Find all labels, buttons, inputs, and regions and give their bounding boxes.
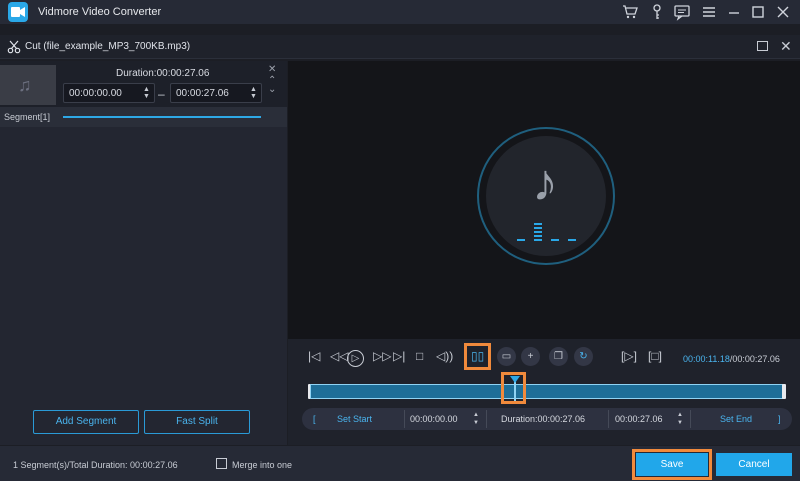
volume-icon[interactable]: ◁)) [436, 349, 453, 363]
maximize-icon[interactable] [749, 3, 767, 21]
total-time: /00:00:27.06 [729, 354, 780, 364]
dialog-close-icon[interactable]: ✕ [780, 38, 792, 55]
merge-checkbox[interactable] [216, 458, 227, 469]
chat-icon[interactable] [673, 3, 691, 21]
set-end-button[interactable]: Set End [720, 414, 752, 424]
split-icon[interactable]: ▯▯ [471, 349, 484, 363]
add-segment-button[interactable]: Add Segment [33, 410, 139, 434]
move-down-icon[interactable]: ⌄ [268, 85, 276, 95]
end-time-value: 00:00:27.06 [176, 88, 229, 99]
divider [608, 410, 609, 428]
segment-summary: 1 Segment(s)/Total Duration: 00:00:27.06 [13, 460, 178, 470]
step-back-icon[interactable]: ◁◁ [330, 349, 348, 363]
current-time: 00:00:11.18 [683, 354, 730, 364]
dialog-maximize-icon[interactable] [757, 41, 768, 51]
merge-label: Merge into one [232, 460, 293, 470]
footer-bar: 1 Segment(s)/Total Duration: 00:00:27.06… [0, 446, 800, 481]
timecode: 00:00:11.18/00:00:27.06 [683, 354, 780, 364]
divider [690, 410, 691, 428]
stop-icon[interactable]: □ [416, 349, 423, 363]
range-start-value[interactable]: 00:00:00.00 [410, 414, 458, 424]
scissors-icon [7, 40, 21, 57]
remove-segment-icon[interactable]: ✕ [268, 65, 276, 75]
start-time-field[interactable]: 00:00:00.00 ▲ ▼ [63, 83, 155, 103]
set-end-bracket: ] [778, 414, 781, 424]
divider [404, 410, 405, 428]
start-time-value: 00:00:00.00 [69, 88, 122, 99]
save-button[interactable]: Save [636, 453, 708, 476]
select-segment-icon[interactable]: [□] [648, 349, 662, 363]
app-logo-icon [8, 2, 28, 22]
segment-label: Segment[1] [4, 112, 51, 122]
cut-dialog-title: Cut (file_example_MP3_700KB.mp3) [25, 41, 191, 52]
segment-range-bar [63, 116, 261, 118]
player-controls: |◁ ◁◁ ▷ ▷▷ ▷| □ ◁)) ▯▯ ▭ + ❐ ↻ [▷] [□] 0… [288, 339, 800, 445]
end-time-stepper[interactable]: ▲ ▼ [250, 86, 258, 100]
skip-start-icon[interactable]: |◁ [308, 349, 320, 363]
divider [486, 410, 487, 428]
cancel-button[interactable]: Cancel [716, 453, 792, 476]
step-forward-icon[interactable]: ▷▷ [373, 349, 391, 363]
time-separator: – [158, 87, 165, 101]
app-title: Vidmore Video Converter [38, 6, 162, 18]
music-thumbnail-icon: ♫ [18, 75, 32, 95]
play-segment-icon[interactable]: [▷] [621, 349, 637, 363]
cart-icon[interactable] [621, 3, 639, 21]
reset-icon[interactable]: ↻ [574, 347, 593, 366]
segment-panel: ♫ Duration:00:00:27.06 00:00:00.00 ▲ ▼ – … [0, 61, 287, 445]
title-bar: Vidmore Video Converter [0, 0, 800, 24]
key-icon[interactable] [648, 3, 666, 21]
menu-icon[interactable] [700, 3, 718, 21]
range-end-value[interactable]: 00:00:27.06 [615, 414, 663, 424]
range-end-stepper[interactable]: ▲ ▼ [677, 411, 683, 427]
equalizer-bar [534, 221, 543, 241]
add-icon[interactable]: + [521, 347, 540, 366]
music-note-icon: ♪ [532, 154, 558, 212]
audio-thumbnail: ♫ [0, 65, 56, 105]
preview-area: ♪ [288, 61, 800, 339]
start-time-stepper[interactable]: ▲ ▼ [143, 86, 151, 100]
copy-icon[interactable]: ❐ [549, 347, 568, 366]
timeline-track[interactable] [310, 384, 784, 399]
close-icon[interactable] [774, 3, 792, 21]
skip-end-icon[interactable]: ▷| [393, 349, 405, 363]
set-start-bracket: [ [313, 414, 316, 424]
playhead-marker-icon[interactable] [510, 376, 520, 383]
track-right-handle[interactable] [782, 384, 786, 399]
range-duration: Duration:00:00:27.06 [501, 414, 586, 424]
range-start-stepper[interactable]: ▲ ▼ [473, 411, 479, 427]
segment-header: ♫ Duration:00:00:27.06 00:00:00.00 ▲ ▼ – … [0, 61, 287, 127]
cut-dialog-header: Cut (file_example_MP3_700KB.mp3) ✕ [0, 35, 800, 59]
set-start-button[interactable]: Set Start [337, 414, 372, 424]
segment-row[interactable]: Segment[1] [0, 107, 287, 127]
play-icon[interactable]: ▷ [347, 350, 364, 367]
minimize-icon[interactable] [725, 3, 743, 21]
set-range-bar: [ Set Start 00:00:00.00 ▲ ▼ Duration:00:0… [302, 408, 792, 430]
segment-duration: Duration:00:00:27.06 [116, 68, 210, 79]
delete-icon[interactable]: ▭ [497, 347, 516, 366]
fast-split-button[interactable]: Fast Split [144, 410, 250, 434]
end-time-field[interactable]: 00:00:27.06 ▲ ▼ [170, 83, 262, 103]
